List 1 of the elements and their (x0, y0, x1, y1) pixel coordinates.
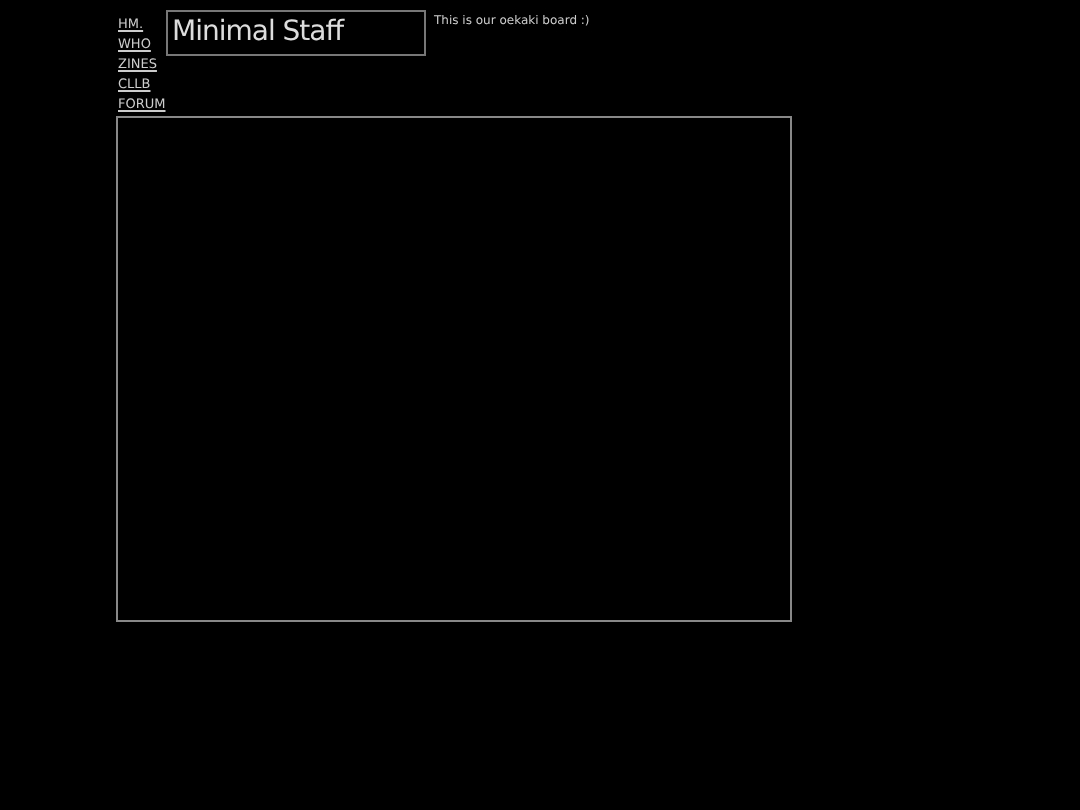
site-title: Minimal Staff (166, 10, 426, 56)
